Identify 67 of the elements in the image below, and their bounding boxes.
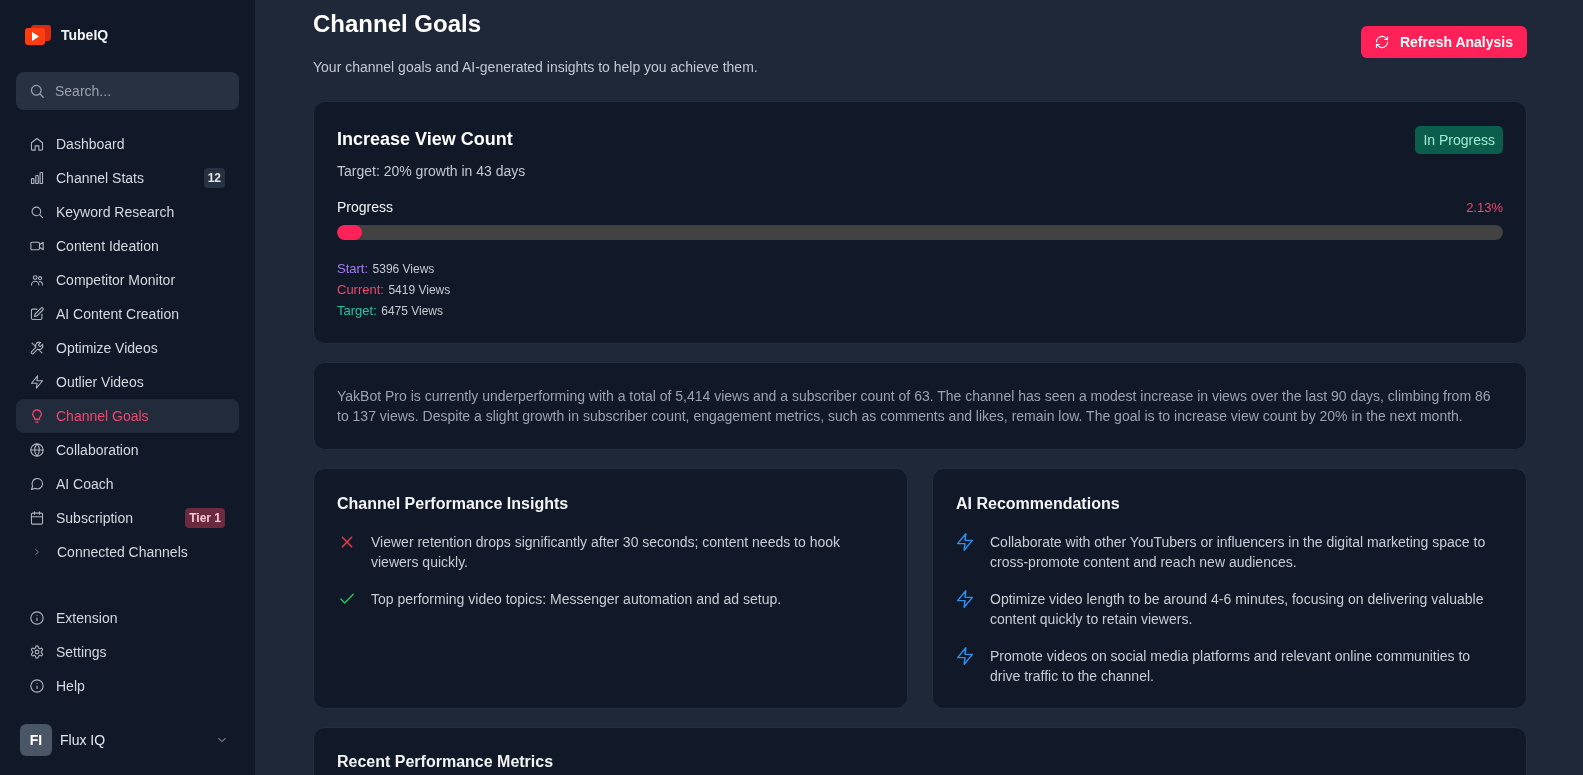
stat-label: Current: bbox=[337, 282, 384, 297]
goal-title: Increase View Count bbox=[337, 129, 513, 150]
sidebar-item[interactable]: Competitor Monitor bbox=[16, 263, 239, 297]
info-icon bbox=[29, 678, 45, 694]
recommendations-title: AI Recommendations bbox=[956, 494, 1121, 514]
insight-text: Viewer retention drops significantly after 30 seconds; content needs to hook viewers quickly. bbox=[371, 533, 842, 572]
recommendation-text: Optimize video length to be around 4-6 minutes, focusing on delivering valuable content quickly to retain viewers. bbox=[990, 590, 1485, 629]
search-icon bbox=[28, 82, 46, 100]
tier-badge: Tier 1 bbox=[185, 508, 225, 528]
bar-chart-icon bbox=[29, 170, 45, 186]
account-switcher[interactable]: FI Flux IQ bbox=[16, 724, 239, 756]
people-icon bbox=[29, 272, 45, 288]
progress-label: Progress bbox=[337, 199, 394, 215]
summary-text: YakBot Pro is currently underperforming with a total of 5,414 views and a subscriber count of 63. The channel has seen a modest increase in views over the last 90 days, climbing from 86 to 137 views. Despite a slight growth in subscriber count, engagement metrics, such as comments and likes, remain low. The goal is to increase view count by 20% in the next month. bbox=[337, 387, 1492, 426]
app-name: TubeIQ bbox=[61, 27, 109, 43]
stat-value: 5396 Views bbox=[372, 262, 435, 276]
globe-icon bbox=[29, 442, 45, 458]
sidebar-item[interactable]: AI Content Creation bbox=[16, 297, 239, 331]
sidebar-item[interactable]: Subscription Tier 1 bbox=[16, 501, 239, 535]
count-badge: 12 bbox=[203, 168, 225, 188]
user-avatar: FI bbox=[20, 724, 52, 756]
sidebar-item[interactable]: Extension bbox=[16, 601, 239, 635]
recommendation-text: Promote videos on social media platforms and relevant online communities to drive traffic to the channel. bbox=[990, 647, 1472, 686]
sidebar-item[interactable]: Outlier Videos bbox=[16, 365, 239, 399]
stat-label: Target: bbox=[337, 303, 377, 318]
cross-icon bbox=[340, 535, 354, 549]
sidebar-item[interactable]: Optimize Videos bbox=[16, 331, 239, 365]
goal-target-text: Target: 20% growth in 43 days bbox=[337, 162, 527, 181]
sidebar-item[interactable]: AI Coach bbox=[16, 467, 239, 501]
search-field[interactable]: Search... bbox=[16, 72, 239, 110]
chat-bubble-icon bbox=[29, 476, 45, 492]
info-icon bbox=[29, 610, 45, 626]
sidebar-item[interactable]: Channel Stats 12 bbox=[16, 161, 239, 195]
metrics-title: Recent Performance Metrics bbox=[337, 752, 555, 772]
stat-value: 5419 Views bbox=[388, 283, 451, 297]
sidebar-item[interactable]: Settings bbox=[16, 635, 239, 669]
stat-label: Start: bbox=[337, 261, 369, 276]
refresh-icon bbox=[1373, 34, 1390, 50]
tools-icon bbox=[29, 340, 45, 356]
page-subtitle: Your channel goals and AI-generated insights to help you achieve them. bbox=[313, 58, 758, 77]
status-badge: In Progress bbox=[1415, 125, 1503, 154]
pencil-square-icon bbox=[29, 306, 45, 322]
sidebar-item[interactable]: Collaboration bbox=[16, 433, 239, 467]
calendar-icon bbox=[29, 510, 45, 526]
sidebar-item[interactable]: Dashboard bbox=[16, 127, 239, 161]
lightbulb-icon bbox=[29, 408, 45, 424]
insights-title: Channel Performance Insights bbox=[337, 494, 570, 514]
lightning-icon bbox=[956, 647, 974, 665]
settings-icon bbox=[29, 644, 45, 660]
search-icon bbox=[29, 204, 45, 220]
refresh-button[interactable]: Refresh Analysis bbox=[1360, 26, 1527, 58]
check-icon bbox=[340, 592, 354, 606]
lightning-icon bbox=[956, 590, 974, 608]
progress-percent: 2.13% bbox=[1466, 199, 1503, 215]
sidebar-item[interactable]: Content Ideation bbox=[16, 229, 239, 263]
sidebar-item[interactable]: Channel Goals bbox=[16, 399, 239, 433]
page-title: Channel Goals bbox=[313, 9, 483, 39]
sidebar-item[interactable]: Help bbox=[16, 669, 239, 703]
sidebar-item[interactable]: Keyword Research bbox=[16, 195, 239, 229]
recommendation-text: Collaborate with other YouTubers or influencers in the digital marketing space to cross-promote content and reach new audiences. bbox=[990, 533, 1487, 572]
logo-icon bbox=[25, 25, 51, 45]
home-icon bbox=[29, 136, 45, 152]
sidebar-item[interactable]: Connected Channels bbox=[16, 535, 239, 569]
stat-value: 6475 Views bbox=[381, 304, 444, 318]
lightning-icon bbox=[956, 533, 974, 551]
insight-text: Top performing video topics: Messenger automation and ad setup. bbox=[371, 590, 782, 609]
lightning-icon bbox=[29, 374, 45, 390]
